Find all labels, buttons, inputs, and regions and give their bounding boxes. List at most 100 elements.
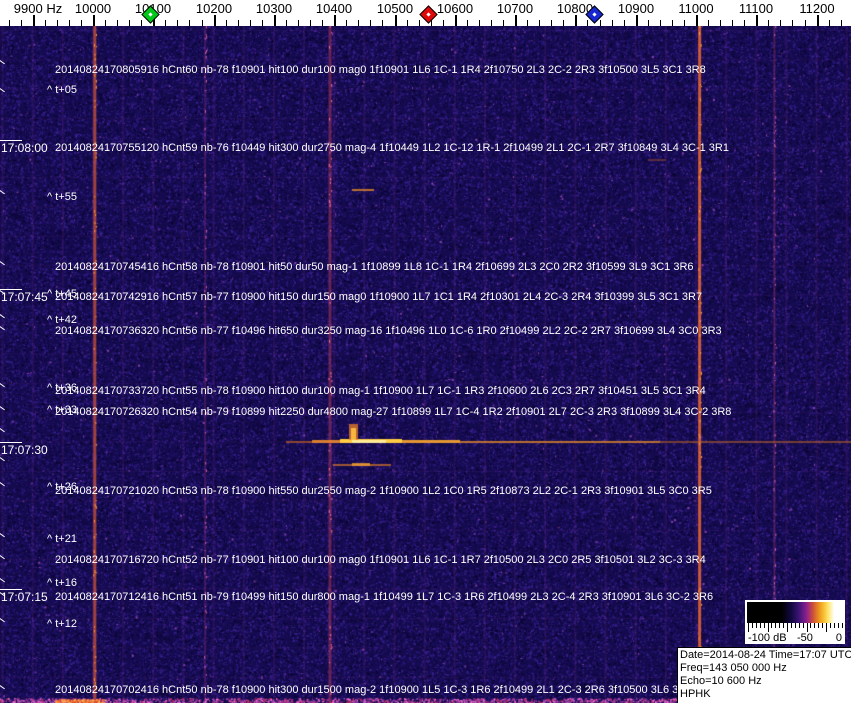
db-ruler-tick <box>756 623 757 628</box>
freq-tick-label: 10500 <box>377 1 413 16</box>
freq-tick <box>817 15 819 26</box>
freq-tick <box>117 20 118 26</box>
freq-tick <box>141 20 142 26</box>
db-ruler-tick <box>783 623 784 628</box>
freq-tick <box>298 20 299 26</box>
freq-tick <box>696 15 698 26</box>
freq-tick <box>69 20 70 26</box>
db-ruler-tick <box>748 623 749 632</box>
freq-tick <box>382 20 383 26</box>
freq-tick-label: 11000 <box>678 1 713 16</box>
freq-tick <box>684 20 685 26</box>
db-ruler-tick <box>779 623 780 628</box>
freq-tick <box>672 20 673 26</box>
freq-tick <box>407 20 408 26</box>
info-line-station: HPHK <box>680 688 851 701</box>
freq-tick <box>624 20 625 26</box>
freq-tick <box>214 15 216 26</box>
marker-core-dot <box>593 12 597 16</box>
freq-tick <box>479 20 480 26</box>
db-ruler-tick <box>791 623 792 628</box>
freq-tick-label: 9900 Hz <box>14 1 62 16</box>
db-label-min: -100 dB <box>748 632 787 644</box>
db-ruler-tick <box>768 623 769 632</box>
db-ruler-tick <box>803 623 804 628</box>
freq-tick-label: 10900 <box>618 1 654 16</box>
freq-tick <box>419 20 420 26</box>
db-ruler-tick <box>795 623 796 628</box>
freq-tick <box>274 15 276 26</box>
freq-tick <box>744 20 745 26</box>
freq-tick <box>346 20 347 26</box>
freq-tick <box>189 20 190 26</box>
freq-tick-label: 10200 <box>196 1 232 16</box>
db-ruler-tick <box>826 623 827 632</box>
freq-tick <box>358 20 359 26</box>
db-ruler-tick <box>818 623 819 628</box>
spectrogram-window: 9900 Hz100001010010200103001040010500106… <box>0 0 851 703</box>
red-diamond-marker <box>419 5 437 23</box>
freq-tick <box>708 20 709 26</box>
db-ruler-tick <box>764 623 765 628</box>
db-label-max: 0 <box>836 632 842 644</box>
freq-tick <box>575 15 577 26</box>
freq-tick-label: 10000 <box>75 1 111 16</box>
info-box: Date=2014-08-24 Time=17:07 UTC Freq=143 … <box>677 647 851 703</box>
info-line-date: Date=2014-08-24 Time=17:07 UTC <box>680 649 851 662</box>
freq-tick <box>33 15 35 26</box>
marker-core-dot <box>148 12 152 16</box>
freq-tick <box>202 20 203 26</box>
freq-tick-label: 10400 <box>316 1 352 16</box>
freq-tick <box>756 15 758 26</box>
freq-tick <box>467 20 468 26</box>
freq-tick <box>551 20 552 26</box>
info-line-echo: Echo=10 600 Hz <box>680 675 851 688</box>
freq-tick <box>455 15 457 26</box>
freq-tick <box>286 20 287 26</box>
db-ruler-tick <box>771 623 772 628</box>
freq-tick <box>57 20 58 26</box>
freq-tick <box>443 20 444 26</box>
db-scale-labels: -100 dB -50 0 <box>745 632 845 644</box>
freq-tick-label: 10600 <box>437 1 473 16</box>
db-ruler-tick <box>760 623 761 628</box>
freq-tick <box>165 20 166 26</box>
freq-tick <box>515 15 517 26</box>
freq-tick <box>250 20 251 26</box>
freq-tick-label: 11100 <box>739 1 773 16</box>
db-ruler-tick <box>787 623 788 632</box>
freq-tick <box>527 20 528 26</box>
freq-tick <box>841 20 842 26</box>
freq-tick <box>720 20 721 26</box>
freq-tick <box>262 20 263 26</box>
freq-tick <box>768 20 769 26</box>
freq-tick <box>81 20 82 26</box>
db-ruler-tick <box>807 623 808 632</box>
freq-tick <box>395 15 397 26</box>
freq-tick <box>226 20 227 26</box>
freq-tick <box>334 15 336 26</box>
frequency-axis: 9900 Hz100001010010200103001040010500106… <box>0 0 851 26</box>
freq-tick <box>105 20 106 26</box>
freq-tick <box>177 20 178 26</box>
freq-tick <box>792 20 793 26</box>
freq-tick <box>563 20 564 26</box>
freq-tick <box>322 20 323 26</box>
freq-tick <box>491 20 492 26</box>
db-ruler-tick <box>834 623 835 628</box>
db-ruler-tick <box>810 623 811 628</box>
spectrogram-canvas <box>0 26 851 703</box>
db-ruler-tick <box>830 623 831 628</box>
freq-tick <box>780 20 781 26</box>
db-gradient-bar <box>747 602 843 623</box>
freq-tick <box>9 20 10 26</box>
freq-tick <box>129 20 130 26</box>
freq-tick <box>503 20 504 26</box>
db-ruler-tick <box>838 623 839 628</box>
freq-tick <box>612 20 613 26</box>
info-line-freq: Freq=143 050 000 Hz <box>680 662 851 675</box>
db-ruler-tick <box>752 623 753 628</box>
freq-tick-label: 11200 <box>799 1 834 16</box>
freq-tick <box>310 20 311 26</box>
db-ruler-tick <box>822 623 823 628</box>
